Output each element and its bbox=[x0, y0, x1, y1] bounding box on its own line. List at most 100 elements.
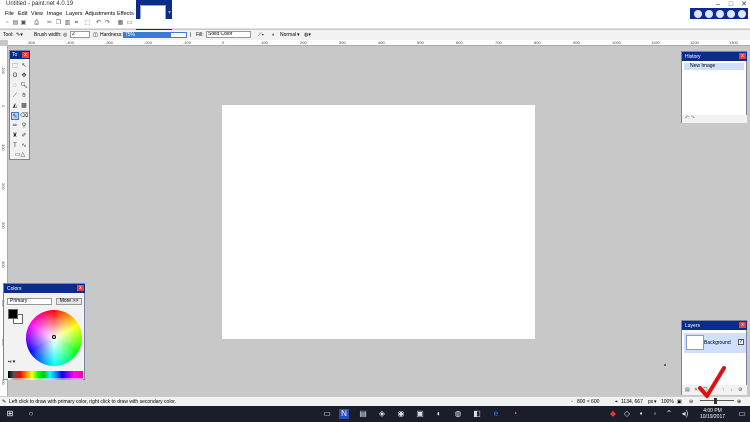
colors-toggle-icon[interactable] bbox=[727, 10, 735, 18]
color-picker-icon[interactable]: ⚲ bbox=[20, 122, 28, 130]
lasso-icon[interactable]: ʘ bbox=[11, 72, 19, 80]
crop-icon[interactable]: ⌗ bbox=[73, 20, 80, 27]
tray-icon[interactable]: ⌃ bbox=[664, 409, 674, 419]
move-layer-down-icon[interactable]: ↓ bbox=[730, 387, 733, 393]
move-selection-icon[interactable]: ↖ bbox=[20, 62, 28, 70]
color-wheel-marker[interactable] bbox=[52, 335, 56, 339]
menu-layers[interactable]: Layers bbox=[66, 11, 83, 17]
colors-window-header[interactable]: Colors x bbox=[4, 284, 85, 293]
firefox-icon[interactable]: ◔ bbox=[510, 409, 520, 419]
redo-icon[interactable]: ↷ bbox=[104, 20, 111, 27]
blend-mode-select[interactable]: Normal bbox=[280, 32, 296, 38]
xbox-icon[interactable]: ◉ bbox=[396, 409, 406, 419]
rectangle-select-icon[interactable]: ⬚ bbox=[11, 62, 19, 70]
paint-bucket-icon[interactable]: ◭ bbox=[11, 102, 19, 110]
eraser-icon[interactable]: ⌫ bbox=[20, 112, 28, 120]
more-button[interactable]: More >> bbox=[56, 298, 82, 305]
primary-color-swatch[interactable] bbox=[8, 309, 18, 319]
tray-icon[interactable]: ◇ bbox=[622, 409, 632, 419]
edge-icon[interactable]: e bbox=[491, 409, 501, 419]
menu-edit[interactable]: Edit bbox=[18, 11, 27, 17]
primary-select[interactable]: Primary bbox=[7, 298, 52, 305]
grid-icon[interactable]: ▦ bbox=[117, 20, 124, 27]
add-layer-icon[interactable]: ▤ bbox=[685, 387, 690, 393]
close-icon[interactable]: x bbox=[22, 52, 29, 58]
chevron-down-icon[interactable]: ▾ bbox=[297, 32, 300, 38]
image-canvas[interactable] bbox=[222, 105, 535, 339]
chevron-down-icon[interactable]: ▾ bbox=[654, 399, 657, 405]
color-palette-light[interactable] bbox=[8, 378, 83, 380]
shapes-icon[interactable]: ▭△ bbox=[13, 151, 27, 159]
swap-colors-icon[interactable]: ▪◐▾ bbox=[8, 359, 15, 365]
units-select[interactable]: px bbox=[648, 399, 653, 405]
history-window-header[interactable]: History x bbox=[682, 52, 747, 61]
line-curve-icon[interactable]: ∿ bbox=[20, 142, 28, 150]
pencil-icon[interactable]: ✏︎ bbox=[11, 122, 19, 130]
zoom-in-icon[interactable]: ⊕ bbox=[737, 399, 741, 405]
pan-icon[interactable]: ✋︎ bbox=[20, 92, 28, 100]
zoom-out-icon[interactable]: ⊖ bbox=[689, 399, 693, 405]
close-icon[interactable]: x bbox=[739, 53, 746, 59]
task-view-icon[interactable]: ▭ bbox=[322, 409, 332, 419]
gradient-icon[interactable]: ▩ bbox=[20, 102, 28, 110]
paintnet-taskbar-icon[interactable]: N bbox=[339, 409, 349, 419]
paintbrush-icon[interactable]: ✎ bbox=[11, 112, 19, 120]
copy-icon[interactable]: ❐ bbox=[55, 20, 62, 27]
menu-file[interactable]: File bbox=[5, 11, 14, 17]
tray-icon[interactable]: ◦ bbox=[650, 409, 660, 419]
gear-icon[interactable] bbox=[738, 10, 746, 18]
antialias-icon[interactable]: ⟋▾ bbox=[258, 32, 264, 38]
history-toggle-icon[interactable] bbox=[705, 10, 713, 18]
menu-adjustments[interactable]: Adjustments bbox=[85, 11, 115, 17]
color-palette[interactable] bbox=[8, 371, 83, 378]
file-explorer-icon[interactable]: ▤ bbox=[358, 409, 368, 419]
volume-icon[interactable]: ◂) bbox=[680, 409, 690, 419]
tray-icon[interactable]: ◆ bbox=[608, 409, 618, 419]
history-item[interactable]: New Image bbox=[684, 63, 744, 70]
new-icon[interactable]: ▫ bbox=[4, 20, 11, 27]
clock[interactable]: 4:00 PM 10/19/2017 bbox=[700, 408, 725, 420]
tray-icon[interactable]: ▪ bbox=[636, 409, 646, 419]
print-icon[interactable]: ⎙ bbox=[33, 20, 40, 27]
zoom-slider[interactable] bbox=[700, 400, 734, 401]
cut-icon[interactable]: ✂ bbox=[46, 20, 53, 27]
menu-view[interactable]: View bbox=[31, 11, 43, 17]
zoom-fit-icon[interactable]: ▣ bbox=[677, 399, 682, 405]
deselect-icon[interactable]: ⬚ bbox=[84, 20, 91, 27]
app-icon[interactable]: ◍ bbox=[453, 409, 463, 419]
tools-toggle-icon[interactable] bbox=[694, 10, 702, 18]
cortana-icon[interactable]: ○ bbox=[26, 409, 36, 419]
ellipse-select-icon[interactable]: ◌ bbox=[11, 82, 19, 90]
text-icon[interactable]: T bbox=[11, 142, 19, 150]
layers-window-header[interactable]: Layers x bbox=[682, 321, 747, 330]
menu-effects[interactable]: Effects bbox=[117, 11, 134, 17]
start-icon[interactable]: ⊞ bbox=[5, 409, 15, 419]
tools-window-header[interactable]: To x bbox=[10, 51, 30, 59]
notification-icon[interactable]: ▭ bbox=[737, 409, 747, 419]
app-icon[interactable]: ▣ bbox=[415, 409, 425, 419]
fill-select[interactable]: Solid Color bbox=[206, 31, 251, 38]
layer-visibility-checkbox[interactable]: ✓ bbox=[738, 339, 744, 345]
paste-icon[interactable]: ▥ bbox=[64, 20, 71, 27]
magic-wand-icon[interactable]: ⟋ bbox=[11, 92, 19, 100]
save-icon[interactable]: ▣ bbox=[20, 20, 27, 27]
open-icon[interactable]: ▤ bbox=[12, 20, 19, 27]
undo-icon[interactable]: ↶ bbox=[685, 115, 689, 121]
close-icon[interactable]: x bbox=[739, 322, 746, 328]
close-icon[interactable]: x bbox=[77, 285, 84, 291]
zoom-icon[interactable]: 🔍︎ bbox=[20, 82, 28, 90]
store-icon[interactable]: ◈ bbox=[377, 409, 387, 419]
alpha-icon[interactable]: ◍▾ bbox=[304, 32, 311, 38]
app-icon[interactable]: ◐ bbox=[434, 409, 444, 419]
zoom-slider-thumb[interactable] bbox=[714, 398, 717, 404]
paintbrush-icon[interactable]: ✎▾ bbox=[16, 32, 23, 38]
zoom-value[interactable]: 100% bbox=[661, 399, 674, 405]
move-selected-icon[interactable]: ✥ bbox=[20, 72, 28, 80]
redo-icon[interactable]: ↷ bbox=[691, 115, 695, 121]
brush-width-input[interactable]: 2 bbox=[70, 31, 90, 38]
app-icon[interactable]: ◧ bbox=[472, 409, 482, 419]
menu-image[interactable]: Image bbox=[47, 11, 62, 17]
layer-properties-icon[interactable]: ⚙ bbox=[738, 387, 742, 393]
recolor-icon[interactable]: ✐ bbox=[20, 132, 28, 140]
undo-icon[interactable]: ↶ bbox=[95, 20, 102, 27]
